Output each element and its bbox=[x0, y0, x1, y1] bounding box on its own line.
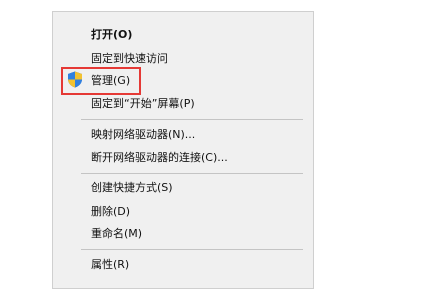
menu-item-open[interactable]: 打开(O) bbox=[91, 27, 132, 43]
menu-item-disconnect-network-drive[interactable]: 断开网络驱动器的连接(C)... bbox=[91, 150, 228, 166]
screenshot-canvas: 打开(O) 固定到快速访问 管理(G) 固定到“开始”屏幕(P) 映射网络驱动器… bbox=[0, 0, 445, 292]
menu-item-pin-start[interactable]: 固定到“开始”屏幕(P) bbox=[91, 96, 195, 112]
menu-item-rename[interactable]: 重命名(M) bbox=[91, 226, 142, 242]
menu-item-delete[interactable]: 删除(D) bbox=[91, 204, 130, 220]
menu-item-create-shortcut[interactable]: 创建快捷方式(S) bbox=[91, 180, 173, 196]
menu-separator bbox=[81, 119, 303, 120]
manage-highlight-box bbox=[61, 67, 141, 95]
context-menu: 打开(O) 固定到快速访问 管理(G) 固定到“开始”屏幕(P) 映射网络驱动器… bbox=[52, 11, 314, 289]
menu-separator bbox=[81, 249, 303, 250]
menu-item-properties[interactable]: 属性(R) bbox=[91, 257, 129, 273]
menu-item-map-network-drive[interactable]: 映射网络驱动器(N)... bbox=[91, 127, 195, 143]
menu-separator bbox=[81, 173, 303, 174]
menu-item-pin-quick-access[interactable]: 固定到快速访问 bbox=[91, 51, 168, 67]
